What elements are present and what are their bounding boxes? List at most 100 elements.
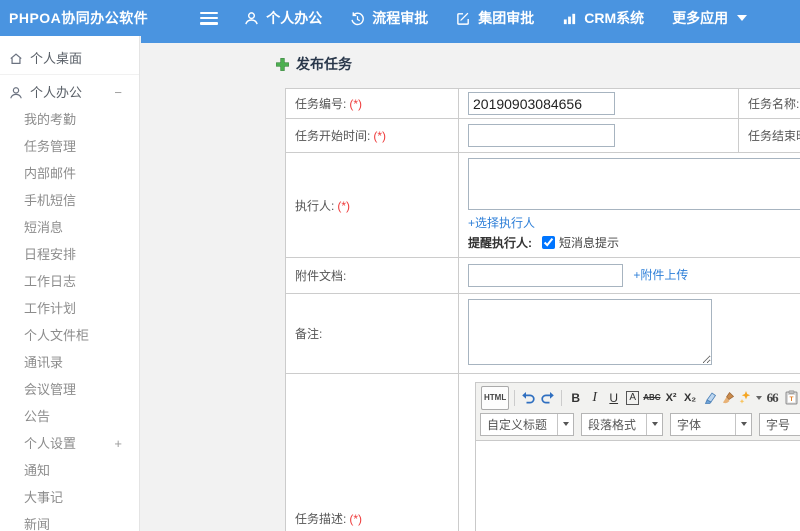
sms-remind-checkbox[interactable] [542, 236, 555, 249]
nav-process-approval[interactable]: 流程审批 [350, 8, 428, 28]
strikethrough-button[interactable]: ABC [643, 388, 660, 408]
sidebar-item-label: 任务管理 [24, 139, 77, 154]
sidebar-item-schedule[interactable]: 日程安排 [0, 241, 139, 268]
paragraph-format-dropdown[interactable]: 段落格式 [581, 412, 663, 436]
remark-textarea[interactable] [468, 299, 712, 365]
brush-icon [723, 391, 735, 403]
process-icon [351, 11, 365, 25]
sidebar-item-personal-settings[interactable]: 个人设置 + [0, 430, 139, 457]
end-time-label: 任务结束时间:(*) [738, 118, 800, 153]
content-top-accent [141, 36, 800, 43]
start-time-input[interactable] [468, 124, 615, 147]
sidebar-item-task-management[interactable]: 任务管理 [0, 133, 139, 160]
required-mark: (*) [373, 129, 387, 143]
svg-text:T: T [789, 396, 793, 403]
sms-remind-option-label: 短消息提示 [559, 236, 620, 250]
required-mark: (*) [349, 97, 363, 111]
sidebar-item-work-plan[interactable]: 工作计划 [0, 295, 139, 322]
sidebar-item-file-cabinet[interactable]: 个人文件柜 [0, 322, 139, 349]
sidebar-item-label: 会议管理 [24, 382, 77, 397]
collapse-icon[interactable]: − [114, 79, 122, 106]
sidebar-item-notice[interactable]: 通知 [0, 457, 139, 484]
nav-personal-office[interactable]: 个人办公 [244, 8, 322, 28]
sidebar-item-big-events[interactable]: 大事记 [0, 484, 139, 511]
undo-button[interactable] [520, 388, 537, 408]
sidebar-item-internal-mail[interactable]: 内部邮件 [0, 160, 139, 187]
main-content: 发布任务 任务编号:(*) 任务名称:(*) 任务开始时间:(*) 任务结束时间… [141, 43, 800, 531]
sidebar: 个人桌面 个人办公 − 我的考勤 任务管理 内部邮件 手机短信 短消息 日程安排… [0, 36, 140, 531]
sidebar-item-contacts[interactable]: 通讯录 [0, 349, 139, 376]
required-mark: (*) [349, 512, 363, 526]
attachment-input[interactable] [468, 264, 623, 287]
sidebar-item-meeting-management[interactable]: 会议管理 [0, 376, 139, 403]
nav-item-label: 更多应用 [672, 10, 729, 26]
subscript-button[interactable]: X₂ [682, 388, 699, 408]
caret-down-icon [557, 413, 573, 435]
sidebar-item-news[interactable]: 新闻 [0, 511, 139, 531]
sidebar-item-label: 我的考勤 [24, 112, 77, 127]
paste-text-button[interactable]: T [783, 388, 800, 408]
font-family-dropdown[interactable]: 字体 [670, 412, 752, 436]
sidebar-item-label: 工作计划 [24, 301, 77, 316]
eraser-icon [704, 392, 716, 404]
nav-more-apps[interactable]: 更多应用 [672, 8, 748, 28]
sidebar-item-label: 个人办公 [30, 85, 83, 100]
redo-button[interactable] [539, 388, 556, 408]
sidebar-item-announcement[interactable]: 公告 [0, 403, 139, 430]
underline-button[interactable]: U [605, 388, 622, 408]
font-style-button[interactable]: A [624, 388, 641, 408]
sidebar-item-my-attendance[interactable]: 我的考勤 [0, 106, 139, 133]
sidebar-item-label: 个人设置 [24, 436, 77, 451]
required-mark: (*) [337, 198, 351, 213]
task-description-label: 任务描述: (*) [285, 373, 459, 531]
rich-text-editor: HTML B I U A ABC X² X₂ 66 T 自定义标题 段落格式 字… [475, 381, 800, 531]
attachment-upload-link[interactable]: +附件上传 [633, 268, 688, 282]
sidebar-item-personal-office[interactable]: 个人办公 − [0, 79, 139, 106]
nav-group-approval[interactable]: 集团审批 [456, 8, 534, 28]
user-icon [245, 11, 259, 24]
sidebar-item-short-message[interactable]: 短消息 [0, 214, 139, 241]
top-nav-menu: 个人办公 流程审批 集团审批 CRM系统 更多应用 [244, 8, 775, 28]
html-source-button[interactable]: HTML [481, 385, 510, 410]
font-size-dropdown[interactable]: 字号 [759, 412, 800, 436]
blockquote-button[interactable]: 66 [764, 388, 781, 408]
home-icon [10, 53, 22, 64]
sidebar-item-label: 日程安排 [24, 247, 77, 262]
publish-task-form: 任务编号:(*) 任务名称:(*) 任务开始时间:(*) 任务结束时间:(*) [285, 88, 800, 531]
toolbar-separator [514, 389, 516, 406]
superscript-button[interactable]: X² [663, 388, 680, 408]
sidebar-item-mobile-sms[interactable]: 手机短信 [0, 187, 139, 214]
page-title: 发布任务 [275, 54, 352, 74]
editor-content-area[interactable] [476, 439, 800, 531]
undo-icon [522, 391, 535, 403]
edit-icon [457, 12, 470, 25]
task-number-label: 任务编号: (*) [285, 88, 459, 119]
task-name-label: 任务名称:(*) [738, 88, 800, 119]
executor-label: 执行人: (*) [285, 152, 459, 258]
executor-textarea[interactable] [468, 158, 800, 210]
sidebar-item-label: 个人文件柜 [24, 328, 90, 343]
sidebar-item-desktop[interactable]: 个人桌面 [0, 44, 139, 75]
menu-toggle-icon[interactable] [200, 11, 219, 25]
expand-icon[interactable]: + [114, 430, 122, 457]
attachment-label: 附件文档: [285, 257, 459, 294]
quick-format-button[interactable] [739, 388, 762, 408]
format-brush-button[interactable] [720, 388, 737, 408]
nav-crm-system[interactable]: CRM系统 [562, 8, 644, 28]
choose-executor-link[interactable]: +选择执行人 [468, 216, 535, 230]
sidebar-item-label: 大事记 [24, 490, 64, 505]
bold-button[interactable]: B [567, 388, 584, 408]
app-logo[interactable]: PHPOA协同办公软件 [0, 8, 148, 28]
caret-down-icon [755, 395, 762, 400]
sidebar-item-label: 手机短信 [24, 193, 77, 208]
remove-format-button[interactable] [701, 388, 718, 408]
bar-chart-icon [564, 13, 576, 24]
font-box-icon: A [626, 390, 640, 405]
sidebar-item-label: 短消息 [24, 220, 64, 235]
sidebar-item-work-log[interactable]: 工作日志 [0, 268, 139, 295]
task-number-input[interactable] [468, 92, 615, 115]
italic-button[interactable]: I [586, 388, 603, 408]
custom-heading-dropdown[interactable]: 自定义标题 [480, 412, 574, 436]
sidebar-item-label: 公告 [24, 409, 51, 424]
remind-executor-label: 提醒执行人: [468, 236, 532, 250]
